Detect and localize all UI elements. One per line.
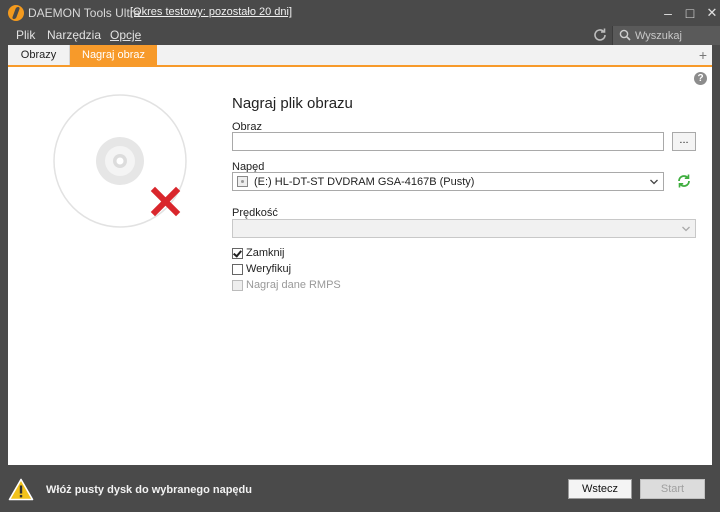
trial-period-link[interactable]: [Okres testowy: pozostało 20 dni] [130,6,292,18]
close-disc-checkbox[interactable] [232,248,243,259]
minimize-button[interactable]: – [658,3,678,23]
rmps-checkbox [232,280,243,291]
chevron-down-icon [682,226,690,232]
title-bar: DAEMON Tools Ultra [Okres testowy: pozos… [0,0,720,26]
tab-obrazy[interactable]: Obrazy [8,45,70,65]
help-icon[interactable]: ? [694,72,707,85]
close-disc-label[interactable]: Zamknij [246,247,285,259]
app-logo-icon [8,5,24,21]
maximize-button[interactable]: □ [680,3,700,23]
verify-checkbox[interactable] [232,264,243,275]
drive-select-value: (E:) HL-DT-ST DVDRAM GSA-4167B (Pusty) [254,176,475,188]
refresh-icon[interactable] [592,27,608,43]
menu-item-narzedzia[interactable]: Narzędzia [47,28,101,42]
drive-select[interactable]: (E:) HL-DT-ST DVDRAM GSA-4167B (Pusty) [232,172,664,191]
page-title: Nagraj plik obrazu [232,95,353,112]
warning-icon [8,478,34,501]
menu-bar: Plik Narzędzia Opcje [0,26,720,45]
disc-icon [53,94,187,228]
start-button: Start [640,479,705,499]
add-tab-button[interactable]: + [696,47,710,63]
image-path-input[interactable] [232,132,664,151]
tab-bar: Obrazy Nagraj obraz + [8,45,712,67]
search-input[interactable] [635,28,719,43]
speed-select[interactable] [232,219,696,238]
checkmark-icon [233,248,242,258]
close-button[interactable]: ✕ [702,3,720,23]
search-box [612,26,720,45]
status-bar: Włóż pusty dysk do wybranego napędu Wste… [0,465,720,512]
back-button[interactable]: Wstecz [568,479,632,499]
refresh-icon[interactable] [676,173,692,189]
tab-nagraj-obraz[interactable]: Nagraj obraz [70,45,157,65]
search-icon [619,29,631,41]
drive-icon [237,176,248,187]
speed-label: Prędkość [232,207,278,219]
status-message: Włóż pusty dysk do wybranego napędu [46,484,252,496]
main-panel: ? Nagraj plik obrazu Obraz ... Napęd (E:… [8,67,712,465]
browse-button[interactable]: ... [672,132,696,151]
menu-item-plik[interactable]: Plik [16,28,35,42]
rmps-label: Nagraj dane RMPS [246,279,341,291]
chevron-down-icon [650,179,658,185]
menu-item-opcje[interactable]: Opcje [110,28,141,42]
app-title: DAEMON Tools Ultra [28,6,141,20]
verify-label[interactable]: Weryfikuj [246,263,291,275]
